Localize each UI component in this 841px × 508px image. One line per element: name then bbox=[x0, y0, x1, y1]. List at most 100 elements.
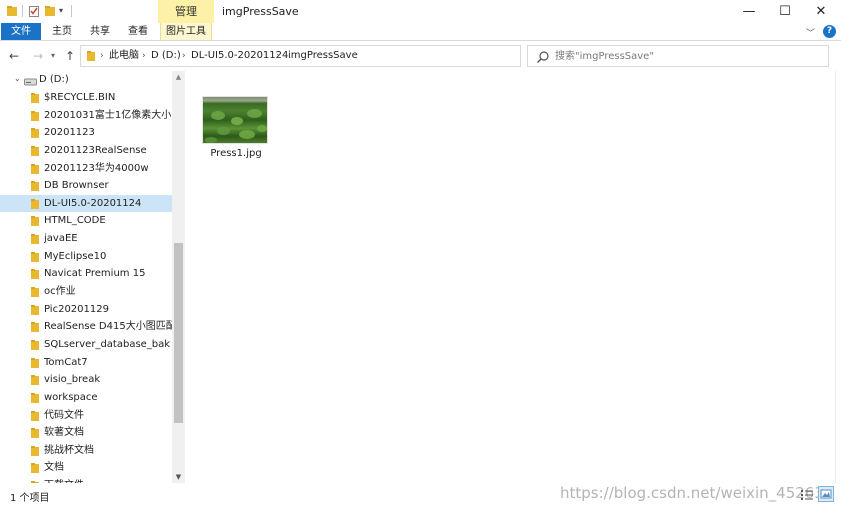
folder-icon bbox=[31, 234, 39, 245]
folder-icon[interactable] bbox=[6, 4, 18, 18]
watermark-text: https://blog.csdn.net/weixin_45263 bbox=[560, 484, 824, 502]
status-bar: 1 个项目 https://blog.csdn.net/weixin_45263 bbox=[0, 483, 841, 508]
file-name: Press1.jpg bbox=[210, 148, 262, 159]
address-bar[interactable]: › 此电脑 › D (D:) › DL-UI5.0-20201124 › img… bbox=[80, 45, 590, 67]
folder-tree-item[interactable]: Navicat Premium 15 bbox=[0, 265, 172, 283]
tab-share[interactable]: 共享 bbox=[84, 23, 116, 40]
close-button[interactable]: ✕ bbox=[801, 0, 841, 23]
folder-icon bbox=[31, 428, 39, 439]
folder-label: MyEclipse10 bbox=[44, 250, 107, 262]
folder-label: Pic20201129 bbox=[44, 303, 109, 315]
quick-access-separator bbox=[22, 5, 23, 17]
recent-locations-icon[interactable]: ▾ bbox=[48, 48, 58, 64]
navigation-bar: ← → ▾ ↑ › 此电脑 › D (D:) › DL-UI5.0-202011… bbox=[0, 41, 841, 71]
folder-tree-item[interactable]: workspace bbox=[0, 389, 172, 407]
folder-tree-item[interactable]: 20201031富士1亿像素大小图匹 bbox=[0, 107, 172, 125]
folder-tree-item[interactable]: 20201123 bbox=[0, 124, 172, 142]
chevron-down-icon[interactable]: ﹀ bbox=[806, 26, 815, 39]
up-arrow-icon[interactable]: ↑ bbox=[62, 48, 78, 64]
tab-file[interactable]: 文件 bbox=[1, 23, 41, 40]
folder-icon bbox=[31, 128, 39, 139]
context-tab-header: 管理 bbox=[158, 0, 214, 23]
folder-label: Navicat Premium 15 bbox=[44, 268, 146, 280]
folder-label: 20201123华为4000w bbox=[44, 162, 149, 174]
folder-tree-item[interactable]: $RECYCLE.BIN bbox=[0, 89, 172, 107]
tab-home[interactable]: 主页 bbox=[46, 23, 78, 40]
large-icons-view-icon[interactable] bbox=[818, 486, 834, 502]
folder-tree-item[interactable]: 文档 bbox=[0, 459, 172, 477]
folder-tree-item[interactable]: 代码文件 bbox=[0, 407, 172, 425]
folder-label: 挑战杯文档 bbox=[44, 444, 94, 456]
folder-icon bbox=[31, 145, 39, 156]
folder-tree-item[interactable]: 软著文档 bbox=[0, 424, 172, 442]
search-box[interactable] bbox=[527, 45, 829, 67]
scroll-up-icon[interactable]: ▲ bbox=[172, 71, 185, 83]
folder-label: visio_break bbox=[44, 374, 101, 386]
folder-label: 20201123RealSense bbox=[44, 144, 147, 156]
folder-icon bbox=[31, 463, 39, 474]
folder-icon bbox=[31, 445, 39, 456]
breadcrumb-this-pc[interactable]: 此电脑 bbox=[109, 46, 139, 66]
back-arrow-icon[interactable]: ← bbox=[6, 48, 22, 64]
folder-tree-item[interactable]: 挑战杯文档 bbox=[0, 442, 172, 460]
folder-icon bbox=[31, 339, 39, 350]
ribbon-tabs: 文件 主页 共享 查看 图片工具 ﹀ ? bbox=[0, 23, 841, 40]
drive-label: D (D:) bbox=[39, 74, 69, 85]
forward-arrow-icon[interactable]: → bbox=[30, 48, 46, 64]
file-list-area[interactable]: Press1.jpg bbox=[185, 71, 841, 483]
folder-icon bbox=[31, 410, 39, 421]
breadcrumb-parent-folder[interactable]: DL-UI5.0-20201124 bbox=[191, 46, 288, 66]
chevron-down-icon[interactable]: ⌄ bbox=[14, 74, 21, 83]
tab-view[interactable]: 查看 bbox=[122, 23, 154, 40]
folder-icon bbox=[31, 357, 39, 368]
breadcrumb-separator-icon[interactable]: › bbox=[276, 46, 280, 66]
breadcrumb-separator-icon[interactable]: › bbox=[182, 46, 186, 66]
scroll-down-icon[interactable]: ▼ bbox=[172, 471, 185, 483]
folder-icon bbox=[31, 93, 39, 103]
folder-icon bbox=[31, 375, 39, 386]
folder-tree-item[interactable]: SQLserver_database_bak bbox=[0, 336, 172, 354]
folder-tree-item[interactable]: 20201123华为4000w bbox=[0, 160, 172, 178]
breadcrumb-separator-icon[interactable]: › bbox=[100, 46, 104, 66]
quick-access-separator bbox=[71, 5, 72, 17]
tab-picture-tools[interactable]: 图片工具 bbox=[160, 23, 212, 40]
file-item[interactable]: Press1.jpg bbox=[195, 91, 277, 165]
folder-tree-item[interactable]: oc作业 bbox=[0, 283, 172, 301]
minimize-button[interactable]: — bbox=[729, 0, 769, 23]
breadcrumb-current-folder[interactable]: imgPressSave bbox=[288, 46, 358, 66]
folder-icon bbox=[31, 251, 39, 262]
customize-toolbar-icon[interactable]: ▾ bbox=[59, 4, 67, 18]
folder-label: 代码文件 bbox=[44, 409, 84, 421]
folder-label: workspace bbox=[44, 391, 98, 403]
maximize-button[interactable]: ☐ bbox=[765, 0, 805, 23]
navigation-scrollbar[interactable]: ▲ ▼ bbox=[172, 71, 185, 483]
window-title: imgPressSave bbox=[222, 5, 299, 18]
folder-tree-item[interactable]: MyEclipse10 bbox=[0, 248, 172, 266]
folder-tree-item[interactable]: HTML_CODE bbox=[0, 212, 172, 230]
breadcrumb-drive[interactable]: D (D:) bbox=[151, 46, 181, 66]
help-icon[interactable]: ? bbox=[823, 25, 836, 38]
folder-tree-item[interactable]: TomCat7 bbox=[0, 354, 172, 372]
folder-tree-item[interactable]: DL-UI5.0-20201124 bbox=[0, 194, 172, 213]
new-folder-icon[interactable] bbox=[44, 4, 56, 18]
details-view-icon[interactable] bbox=[800, 488, 814, 500]
folder-tree-item[interactable]: javaEE bbox=[0, 230, 172, 248]
folder-tree-item[interactable]: visio_break bbox=[0, 371, 172, 389]
search-input[interactable] bbox=[555, 46, 825, 66]
drive-tree-item[interactable]: ⌄ D (D:) bbox=[0, 71, 172, 89]
folder-tree-item[interactable]: 20201123RealSense bbox=[0, 142, 172, 160]
folder-icon bbox=[31, 181, 39, 192]
folder-label: 文档 bbox=[44, 462, 64, 474]
folder-icon bbox=[31, 322, 39, 333]
folder-label: DB Brownser bbox=[44, 180, 109, 192]
folder-tree-item[interactable]: DB Brownser bbox=[0, 177, 172, 195]
folder-label: $RECYCLE.BIN bbox=[44, 92, 116, 103]
item-count: 1 个项目 bbox=[10, 493, 50, 504]
properties-icon[interactable] bbox=[28, 4, 40, 18]
folder-tree-item[interactable]: Pic20201129 bbox=[0, 301, 172, 319]
folder-icon bbox=[31, 287, 39, 298]
folder-label: RealSense D415大小图匹配-20 bbox=[44, 321, 172, 333]
folder-tree-item[interactable]: RealSense D415大小图匹配-20 bbox=[0, 318, 172, 336]
scrollbar-thumb[interactable] bbox=[174, 243, 183, 423]
breadcrumb-separator-icon[interactable]: › bbox=[142, 46, 146, 66]
